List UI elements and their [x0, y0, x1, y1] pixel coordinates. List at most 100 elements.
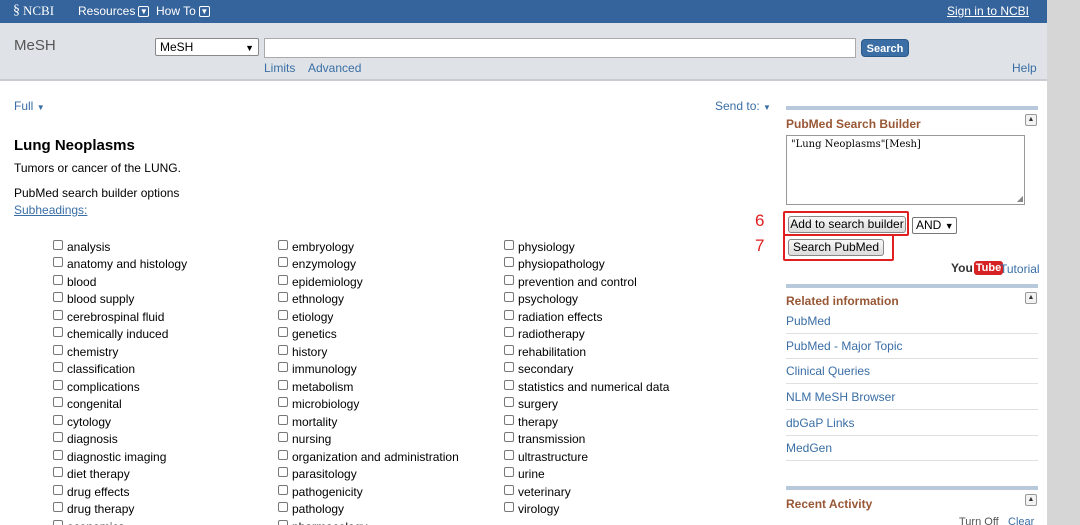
subheading-checkbox-row[interactable]: chemically induced [53, 326, 187, 344]
subheading-checkbox-row[interactable]: metabolism [278, 378, 459, 396]
related-link[interactable]: NLM MeSH Browser [786, 390, 895, 404]
checkbox[interactable] [53, 519, 63, 525]
subheading-checkbox-row[interactable]: enzymology [278, 256, 459, 274]
sign-in-link[interactable]: Sign in to NCBI [947, 4, 1029, 18]
checkbox[interactable] [278, 467, 288, 478]
checkbox[interactable] [53, 274, 63, 285]
related-link[interactable]: PubMed [786, 314, 831, 328]
subheading-checkbox-row[interactable]: economics [53, 518, 187, 525]
subheading-checkbox-row[interactable]: microbiology [278, 396, 459, 414]
limits-link[interactable]: Limits [264, 61, 295, 75]
checkbox[interactable] [53, 239, 63, 250]
checkbox[interactable] [53, 484, 63, 495]
checkbox[interactable] [53, 397, 63, 408]
subheading-checkbox-row[interactable]: diagnosis [53, 431, 187, 449]
clear-link[interactable]: Clear [1008, 516, 1034, 525]
checkbox[interactable] [504, 414, 514, 425]
subheading-checkbox-row[interactable]: physiology [504, 238, 669, 256]
checkbox[interactable] [53, 362, 63, 373]
checkbox[interactable] [278, 309, 288, 320]
search-button[interactable]: Search [861, 39, 909, 57]
subheading-checkbox-row[interactable]: veterinary [504, 483, 669, 501]
checkbox[interactable] [53, 432, 63, 443]
subheading-checkbox-row[interactable]: cerebrospinal fluid [53, 308, 187, 326]
database-select[interactable]: MeSH ▼ [155, 38, 259, 56]
subheading-checkbox-row[interactable]: mortality [278, 413, 459, 431]
checkbox[interactable] [278, 379, 288, 390]
checkbox[interactable] [53, 344, 63, 355]
search-input[interactable] [264, 38, 856, 58]
subheading-checkbox-row[interactable]: surgery [504, 396, 669, 414]
tutorial-link[interactable]: Tutorial [1000, 262, 1040, 276]
checkbox[interactable] [278, 239, 288, 250]
subheading-checkbox-row[interactable]: analysis [53, 238, 187, 256]
checkbox[interactable] [504, 257, 514, 268]
subheading-checkbox-row[interactable]: transmission [504, 431, 669, 449]
resize-grip-icon[interactable]: ◢ [1017, 194, 1023, 203]
subheading-checkbox-row[interactable]: pathology [278, 501, 459, 519]
checkbox[interactable] [278, 292, 288, 303]
checkbox[interactable] [504, 379, 514, 390]
subheading-checkbox-row[interactable]: drug therapy [53, 501, 187, 519]
operator-select[interactable]: AND ▼ [912, 217, 957, 234]
subheading-checkbox-row[interactable]: drug effects [53, 483, 187, 501]
subheading-checkbox-row[interactable]: virology [504, 501, 669, 519]
subheading-checkbox-row[interactable]: congenital [53, 396, 187, 414]
turn-off-link[interactable]: Turn Off [959, 516, 999, 525]
checkbox[interactable] [504, 432, 514, 443]
checkbox[interactable] [53, 414, 63, 425]
builder-query-textarea[interactable]: "Lung Neoplasms"[Mesh] ◢ [786, 135, 1025, 205]
subheading-checkbox-row[interactable]: pathogenicity [278, 483, 459, 501]
checkbox[interactable] [504, 484, 514, 495]
subheading-checkbox-row[interactable]: chemistry [53, 343, 187, 361]
subheading-checkbox-row[interactable]: secondary [504, 361, 669, 379]
checkbox[interactable] [504, 502, 514, 513]
checkbox[interactable] [504, 309, 514, 320]
checkbox[interactable] [504, 449, 514, 460]
format-full-menu[interactable]: Full ▼ [14, 99, 45, 113]
subheading-checkbox-row[interactable]: genetics [278, 326, 459, 344]
subheading-checkbox-row[interactable]: anatomy and histology [53, 256, 187, 274]
subheading-checkbox-row[interactable]: nursing [278, 431, 459, 449]
related-link[interactable]: dbGaP Links [786, 416, 855, 430]
subheading-checkbox-row[interactable]: pharmacology [278, 518, 459, 525]
checkbox[interactable] [504, 397, 514, 408]
checkbox[interactable] [278, 327, 288, 338]
howto-menu[interactable]: How To ▼ [156, 4, 210, 18]
add-to-search-builder-button[interactable]: Add to search builder [788, 216, 906, 233]
subheading-checkbox-row[interactable]: radiotherapy [504, 326, 669, 344]
related-link[interactable]: Clinical Queries [786, 364, 870, 378]
subheading-checkbox-row[interactable]: diagnostic imaging [53, 448, 187, 466]
subheading-checkbox-row[interactable]: complications [53, 378, 187, 396]
subheading-checkbox-row[interactable]: embryology [278, 238, 459, 256]
subheading-checkbox-row[interactable]: rehabilitation [504, 343, 669, 361]
checkbox[interactable] [504, 344, 514, 355]
subheading-checkbox-row[interactable]: blood supply [53, 291, 187, 309]
checkbox[interactable] [278, 344, 288, 355]
checkbox[interactable] [278, 274, 288, 285]
checkbox[interactable] [53, 449, 63, 460]
search-pubmed-button[interactable]: Search PubMed [788, 239, 884, 256]
checkbox[interactable] [504, 327, 514, 338]
subheading-checkbox-row[interactable]: ultrastructure [504, 448, 669, 466]
youtube-logo[interactable]: You Tube [951, 261, 1004, 275]
subheading-checkbox-row[interactable]: epidemiology [278, 273, 459, 291]
subheading-checkbox-row[interactable]: statistics and numerical data [504, 378, 669, 396]
checkbox[interactable] [53, 327, 63, 338]
subheading-checkbox-row[interactable]: prevention and control [504, 273, 669, 291]
subheading-checkbox-row[interactable]: organization and administration [278, 448, 459, 466]
checkbox[interactable] [504, 467, 514, 478]
checkbox[interactable] [278, 502, 288, 513]
checkbox[interactable] [504, 274, 514, 285]
checkbox[interactable] [278, 432, 288, 443]
checkbox[interactable] [504, 362, 514, 373]
ncbi-logo[interactable]: § NCBI [13, 3, 54, 19]
checkbox[interactable] [53, 257, 63, 268]
subheading-checkbox-row[interactable]: blood [53, 273, 187, 291]
checkbox[interactable] [278, 257, 288, 268]
subheading-checkbox-row[interactable]: therapy [504, 413, 669, 431]
checkbox[interactable] [278, 484, 288, 495]
subheading-checkbox-row[interactable]: classification [53, 361, 187, 379]
help-link[interactable]: Help [1012, 61, 1037, 75]
subheading-checkbox-row[interactable]: urine [504, 466, 669, 484]
